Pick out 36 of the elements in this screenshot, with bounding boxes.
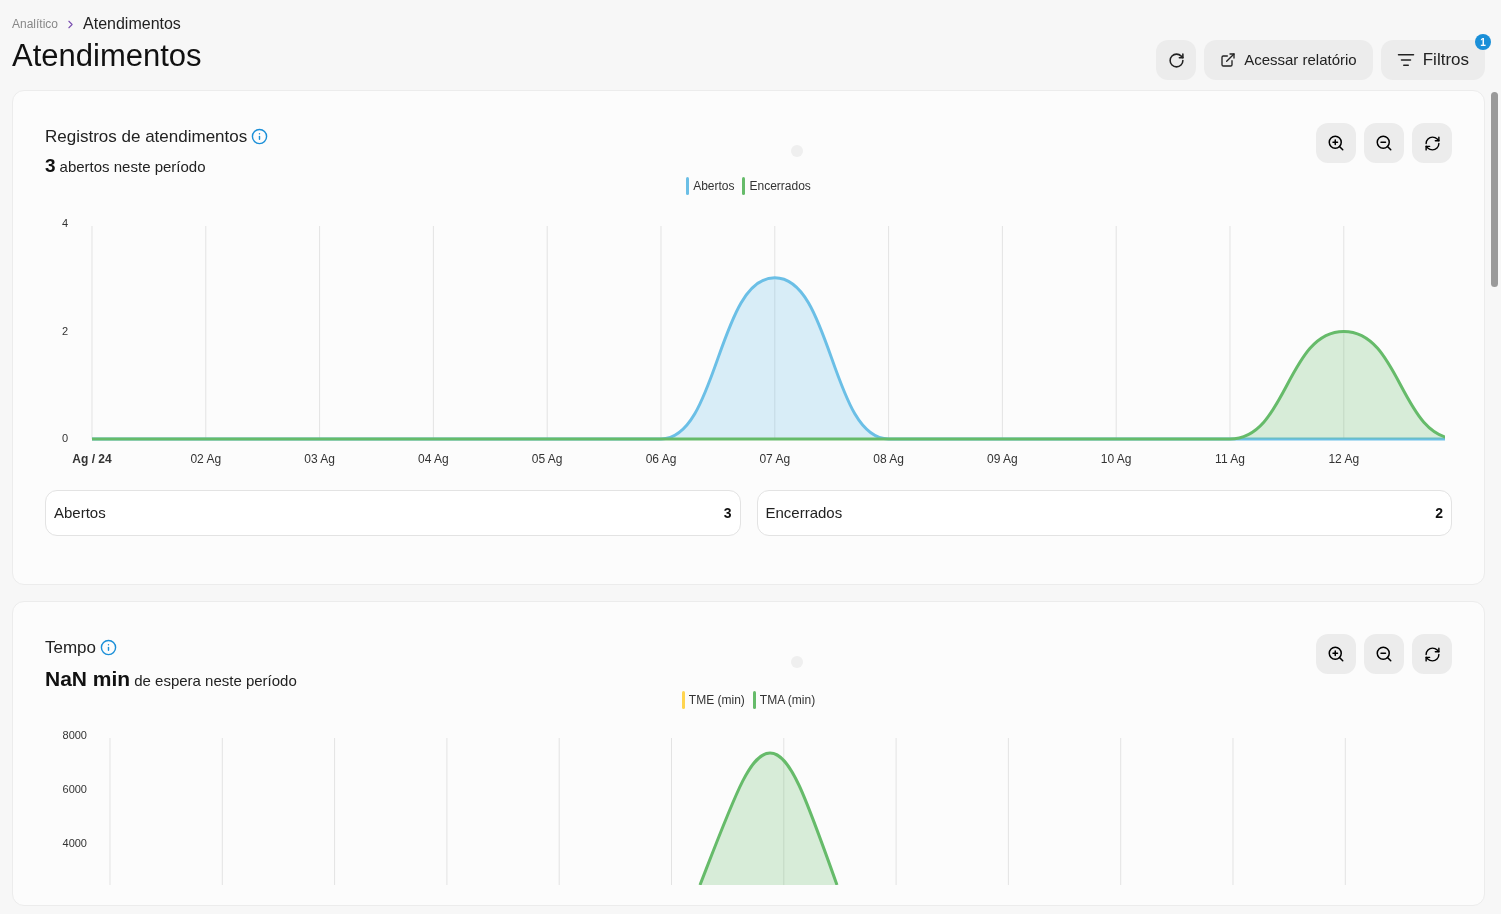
- total-label: Encerrados: [765, 502, 843, 523]
- y-tick-label: 4: [61, 217, 68, 229]
- total-value: 2: [1435, 503, 1443, 523]
- breadcrumb-item: Atendimentos: [83, 14, 181, 34]
- total-value: 3: [723, 503, 732, 523]
- x-tick-label: 06 Ag: [645, 452, 677, 466]
- headline-value: NaN min: [45, 665, 131, 692]
- page-title: Atendimentos: [12, 36, 202, 75]
- total-label: Abertos: [54, 502, 106, 523]
- legend-label: Encerrados: [749, 178, 811, 195]
- x-tick-label: 07 Ag: [759, 452, 791, 466]
- y-tick-label: 4000: [62, 837, 87, 849]
- headline-caption: de espera neste período: [134, 670, 297, 691]
- y-tick-label: 8000: [62, 729, 87, 741]
- y-tick-label: 6000: [62, 783, 87, 795]
- x-tick-label: 09 Ag: [987, 452, 1018, 466]
- x-tick-label: 12 Ag: [1328, 452, 1360, 466]
- x-tick-label: 08 Ag: [873, 452, 904, 466]
- filter-count-badge: 1: [1475, 34, 1491, 50]
- x-tick-label: 03 Ag: [304, 452, 335, 466]
- card-title: Tempo: [45, 637, 97, 659]
- x-tick-label: 02 Ag: [190, 452, 222, 466]
- legend-label: TME (min): [688, 692, 745, 709]
- report-button[interactable]: Acessar relatório: [1204, 40, 1373, 80]
- headline-caption: abertos neste período: [59, 156, 206, 177]
- card-title: Registros de atendimentos: [45, 126, 248, 148]
- legend-label: Abertos: [693, 178, 735, 195]
- y-tick-label: 2: [61, 324, 68, 337]
- x-tick-label: 11 Ag: [1215, 452, 1245, 466]
- x-tick-label: 10 Ag: [1100, 452, 1132, 466]
- headline-value: 3: [45, 153, 56, 178]
- y-tick-label: 0: [61, 432, 68, 444]
- legend-label: TMA (min): [759, 692, 816, 709]
- x-tick-label: 05 Ag: [531, 452, 563, 466]
- x-tick-label: Ag / 24: [72, 452, 112, 466]
- x-tick-label: 04 Ag: [418, 452, 449, 466]
